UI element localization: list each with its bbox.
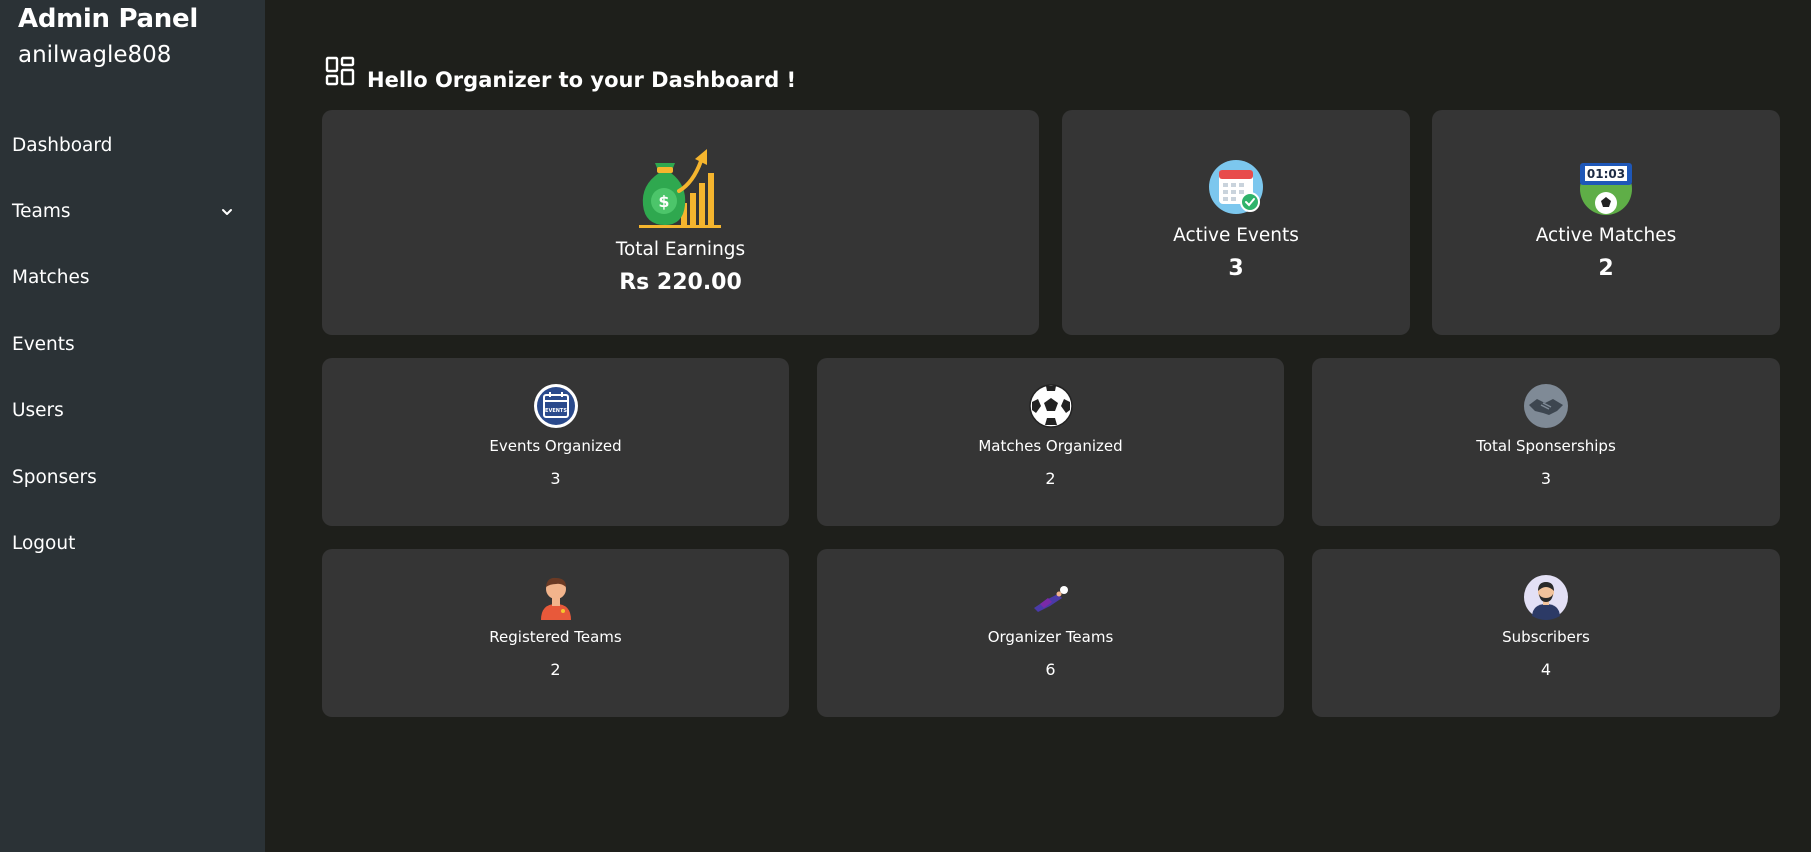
registered-teams-card: Registered Teams 2 [322,549,789,717]
active-events-card: Active Events 3 [1062,110,1410,335]
sidebar-item-label: Matches [12,267,90,289]
card-label: Subscribers [1502,628,1590,646]
organizer-teams-card: Organizer Teams 6 [817,549,1284,717]
scoreboard-time: 01:03 [1587,167,1625,181]
sidebar-item-matches[interactable]: Matches [0,245,265,311]
calendar-check-icon [1209,160,1263,214]
dashboard-grid-icon [325,56,355,86]
sidebar-item-dashboard[interactable]: Dashboard [0,112,265,178]
matches-organized-card: Matches Organized 2 [817,358,1284,526]
card-value: 3 [1540,469,1552,488]
card-label: Organizer Teams [987,628,1114,646]
card-value: 2 [1045,469,1056,488]
sidebar-item-logout[interactable]: Logout [0,510,265,576]
username: anilwagle808 [18,42,172,68]
soccer-ball-icon [1028,384,1073,428]
sidebar-item-users[interactable]: Users [0,378,265,444]
page-header: Hello Organizer to your Dashboard ! [325,50,796,92]
subscribers-card: Subscribers 4 [1312,549,1780,717]
sidebar-item-label: Sponsers [12,466,97,488]
card-label: Active Matches [1535,225,1677,246]
card-label: Total Earnings [615,239,746,260]
money-bag-growth-icon: $ [638,149,721,228]
svg-text:$: $ [658,192,669,211]
events-calendar-icon: EVENTS [533,384,578,428]
card-value: 2 [1598,256,1614,281]
card-label: Active Events [1173,225,1299,246]
active-matches-card: 01:03 Active Matches 2 [1432,110,1780,335]
chevron-down-icon[interactable] [220,205,234,219]
sidebar-item-events[interactable]: Events [0,311,265,377]
handshake-icon [1524,384,1568,428]
events-badge-text: EVENTS [545,408,567,414]
total-sponserships-card: Total Sponserships 3 [1312,358,1780,526]
sidebar-item-label: Users [12,400,64,422]
card-value: 4 [1540,660,1552,679]
sidebar-item-teams[interactable]: Teams [0,178,265,244]
brand-title: Admin Panel [18,4,198,34]
card-value: 2 [550,660,561,679]
card-value: 3 [550,469,561,488]
page-title: Hello Organizer to your Dashboard ! [367,68,797,92]
main-content: Hello Organizer to your Dashboard ! $ To… [265,0,1811,852]
user-avatar-icon [1524,575,1568,620]
card-value: 3 [1228,256,1244,281]
player-icon [540,577,571,620]
scoreboard-ball-icon: 01:03 [1580,163,1632,215]
sidebar-nav: Dashboard Teams Matches Events Users Spo… [0,112,265,577]
sidebar-item-sponsers[interactable]: Sponsers [0,444,265,510]
card-value: 6 [1045,660,1056,679]
goalkeeper-icon [1033,586,1068,612]
card-label: Events Organized [489,437,622,455]
sidebar-item-label: Dashboard [12,134,113,156]
card-label: Matches Organized [978,437,1123,455]
card-label: Total Sponserships [1476,437,1616,455]
events-organized-card: EVENTS Events Organized 3 [322,358,789,526]
sidebar-item-label: Events [12,333,75,355]
card-value: Rs 220.00 [619,270,742,295]
sidebar: Admin Panel anilwagle808 Dashboard Teams… [0,0,265,852]
card-label: Registered Teams [489,628,622,646]
sidebar-item-label: Logout [12,533,76,555]
total-earnings-card: $ Total Earnings Rs 220.00 [322,110,1039,335]
sidebar-item-label: Teams [12,201,71,223]
